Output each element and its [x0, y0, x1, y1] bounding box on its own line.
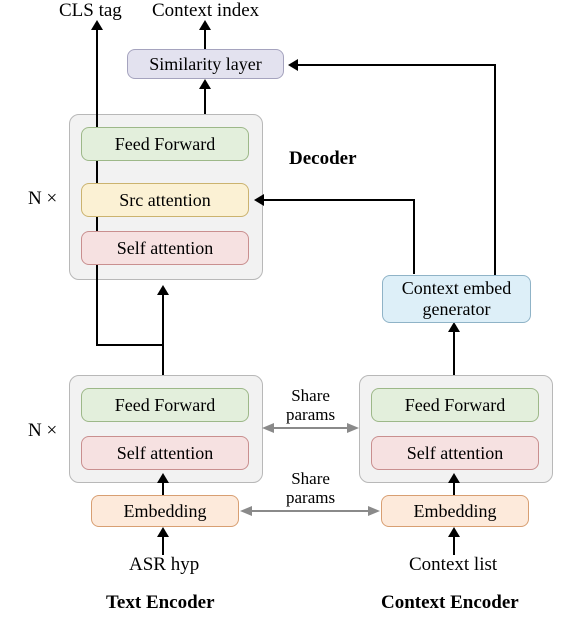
- arrow-embed-to-textenc: [162, 481, 164, 496]
- arrow-dec-to-sim: [204, 87, 206, 114]
- block-dec-feedforward: Feed Forward: [81, 127, 249, 161]
- label-cls-tag: CLS tag: [59, 0, 122, 22]
- block-ctx-embedding: Embedding: [381, 495, 529, 527]
- arrow-textenc-to-dec-head: [157, 285, 169, 295]
- label-dec-self: Self attention: [117, 238, 213, 259]
- arrow-split-h1: [96, 344, 164, 346]
- arrow-ctxlist-to-embed: [453, 535, 455, 555]
- arrow-embed-to-ctxenc: [453, 481, 455, 496]
- arrow-ctxenc-to-ceg: [453, 330, 455, 375]
- arrow-embed-to-textenc-head: [157, 473, 169, 483]
- label-decoder: Decoder: [289, 148, 357, 170]
- label-share-params-1: Share params: [286, 387, 335, 424]
- label-ctx-ff: Feed Forward: [405, 395, 505, 416]
- label-context-index: Context index: [152, 0, 259, 22]
- label-asr-hyp: ASR hyp: [129, 554, 199, 576]
- arrow-dec-to-sim-head: [199, 79, 211, 89]
- label-txt-emb: Embedding: [124, 501, 207, 522]
- block-ctx-selfattention: Self attention: [371, 436, 539, 470]
- label-dec-ff: Feed Forward: [115, 134, 215, 155]
- arrow-textenc-to-dec: [162, 293, 164, 375]
- label-dec-src: Src attention: [119, 190, 210, 211]
- label-ctx-emb: Embedding: [414, 501, 497, 522]
- label-txt-self: Self attention: [117, 443, 213, 464]
- label-text-encoder: Text Encoder: [106, 592, 215, 614]
- arrow-ceg-to-sim-head: [288, 59, 298, 71]
- block-context-embed-gen: Context embed generator: [382, 275, 531, 323]
- label-ctx-self: Self attention: [407, 443, 503, 464]
- arrow-ceg-to-sim-v: [494, 64, 496, 276]
- arrow-ctxenc-to-ceg-head: [448, 322, 460, 332]
- label-share-params-2: Share params: [286, 470, 335, 507]
- arrow-ceg-to-sim-h: [296, 64, 496, 66]
- arrow-asr-to-embedding: [162, 535, 164, 555]
- block-text-selfattention: Self attention: [81, 436, 249, 470]
- block-text-embedding: Embedding: [91, 495, 239, 527]
- label-n-times-dec: N ×: [28, 188, 57, 210]
- block-dec-selfattention: Self attention: [81, 231, 249, 265]
- arrow-ctxlist-to-embed-head: [448, 527, 460, 537]
- label-n-times-enc: N ×: [28, 420, 57, 442]
- arrow-ceg-to-src-head: [254, 194, 264, 206]
- arrow-asr-to-embedding-head: [157, 527, 169, 537]
- label-context-list: Context list: [409, 554, 497, 576]
- label-context-encoder: Context Encoder: [381, 592, 519, 614]
- label-similarity: Similarity layer: [149, 54, 261, 75]
- arrow-ceg-to-src-h: [262, 199, 415, 201]
- block-similarity: Similarity layer: [127, 49, 284, 79]
- arrow-ceg-to-src-v: [413, 199, 415, 274]
- block-dec-srcattention: Src attention: [81, 183, 249, 217]
- label-ceg: Context embed generator: [402, 278, 511, 319]
- arrow-embed-to-ctxenc-head: [448, 473, 460, 483]
- block-ctx-feedforward: Feed Forward: [371, 388, 539, 422]
- block-text-feedforward: Feed Forward: [81, 388, 249, 422]
- label-txt-ff: Feed Forward: [115, 395, 215, 416]
- arrow-sim-to-ctxidx: [204, 28, 206, 50]
